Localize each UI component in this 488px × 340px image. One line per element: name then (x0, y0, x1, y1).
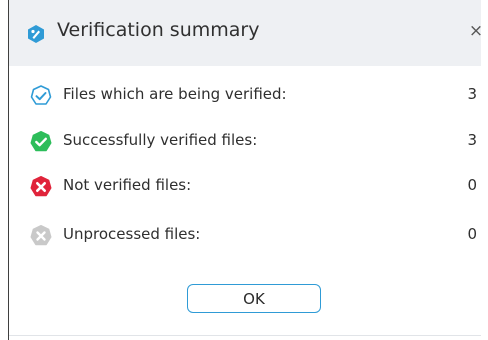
summary-row-success: Successfully verified files: 3 (29, 128, 488, 156)
summary-row-label: Successfully verified files: (63, 131, 258, 149)
ok-button[interactable]: OK (187, 284, 321, 313)
error-x-icon (29, 175, 53, 199)
summary-row-verifying: Files which are being verified: 3 (29, 82, 488, 110)
summary-row-label: Not verified files: (63, 176, 192, 194)
success-check-icon (29, 130, 53, 154)
summary-row-count: 3 (467, 85, 477, 103)
verifying-icon (29, 84, 53, 108)
dialog-bottom-border (9, 335, 481, 336)
close-icon[interactable]: × (465, 20, 487, 42)
unprocessed-x-icon (29, 224, 53, 248)
summary-row-count: 0 (467, 225, 477, 243)
dialog-title: Verification summary (57, 19, 260, 41)
verification-summary-dialog: Verification summary × Files which are b… (8, 0, 488, 340)
summary-row-not-verified: Not verified files: 0 (29, 173, 488, 201)
dialog-titlebar: Verification summary × (9, 0, 483, 66)
summary-row-label: Files which are being verified: (63, 85, 287, 103)
summary-row-count: 0 (467, 176, 477, 194)
summary-row-unprocessed: Unprocessed files: 0 (29, 222, 488, 250)
app-logo-icon (26, 24, 46, 44)
summary-row-count: 3 (467, 131, 477, 149)
summary-row-label: Unprocessed files: (63, 225, 201, 243)
